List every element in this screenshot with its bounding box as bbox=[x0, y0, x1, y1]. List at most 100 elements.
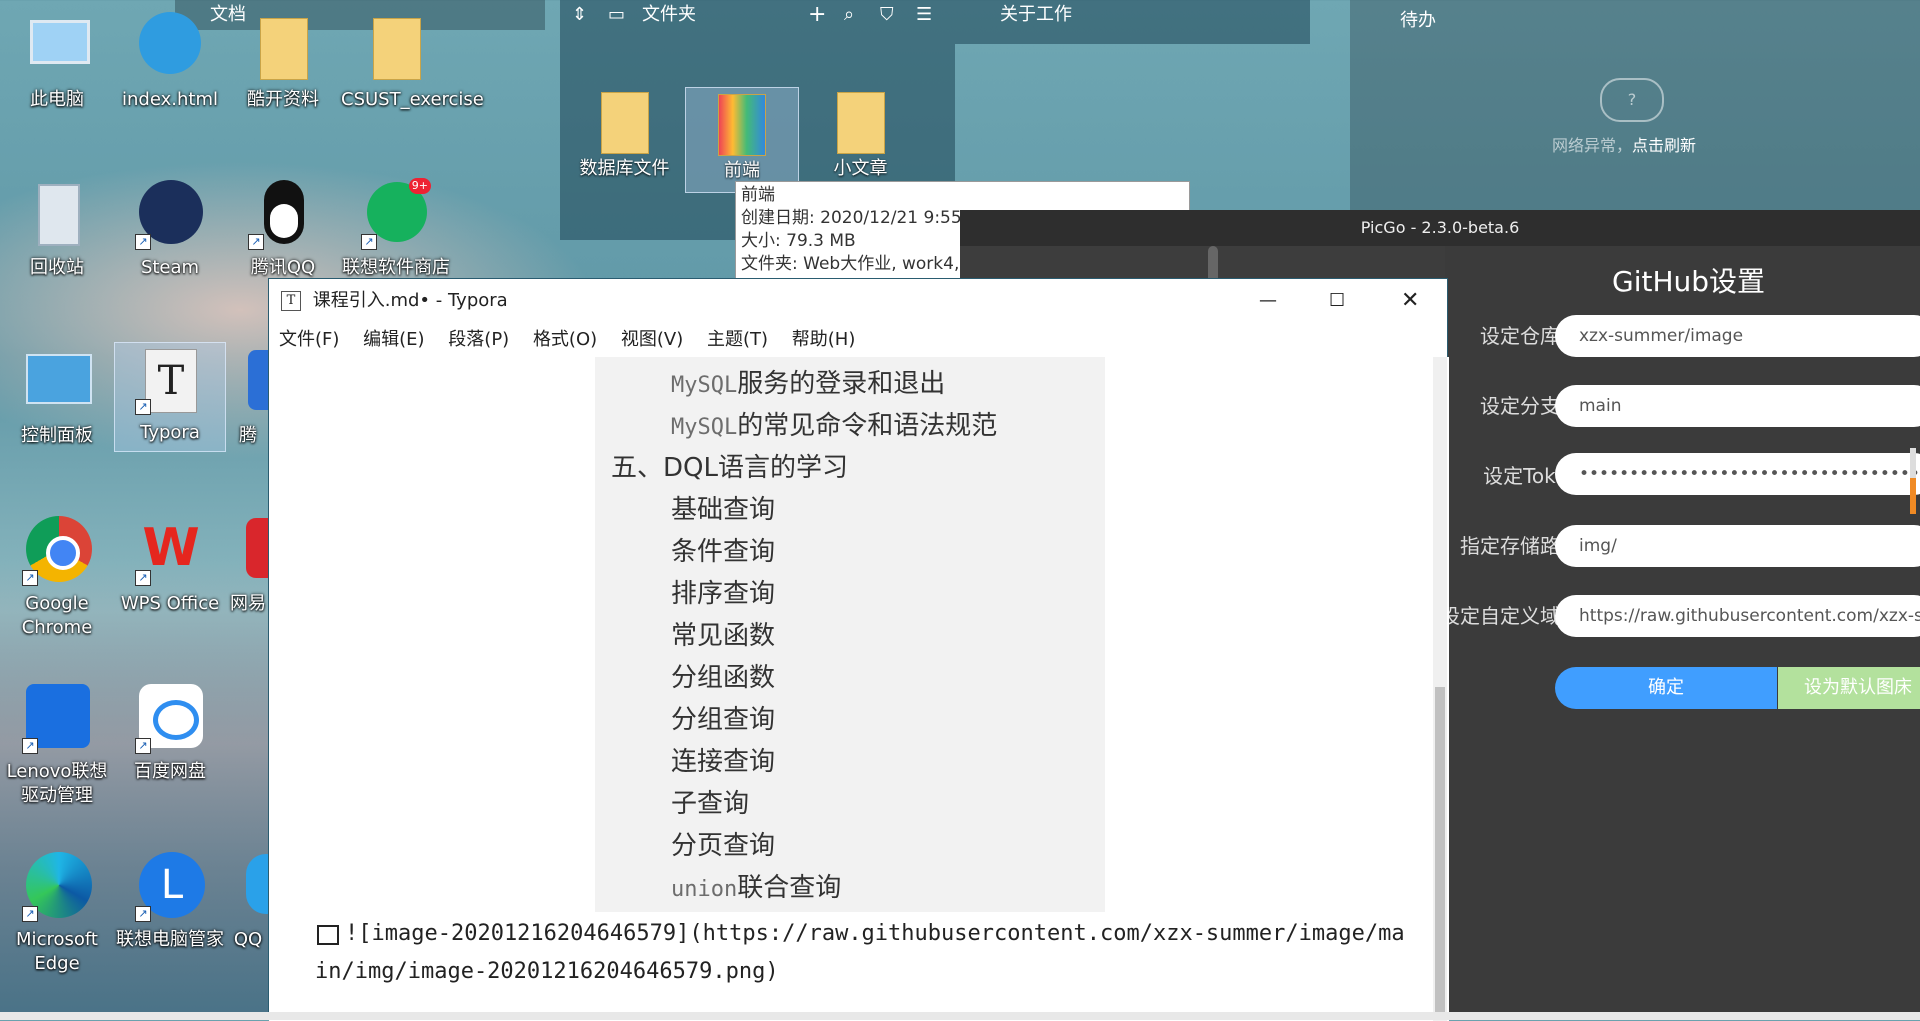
shortcut-arrow-icon: ↗ bbox=[22, 738, 38, 754]
desktop-icon-steam[interactable]: ↗ Steam bbox=[115, 178, 225, 280]
scrollbar-thumb[interactable] bbox=[1435, 687, 1445, 1017]
toc-item[interactable]: MySQL的常见命令和语法规范 bbox=[671, 405, 997, 442]
shortcut-arrow-icon: ↗ bbox=[135, 906, 151, 922]
close-icon[interactable]: ✕ bbox=[1401, 279, 1419, 323]
wps-icon: W ↗ bbox=[133, 514, 207, 588]
todo-fence-title[interactable]: 待办 bbox=[1400, 6, 1436, 32]
branch-input[interactable]: main bbox=[1555, 385, 1920, 427]
icon-label: Lenovo联想驱动管理 bbox=[6, 761, 108, 806]
tooltip-name: 前端 bbox=[741, 185, 775, 205]
desktop-icon-lenovo-manager[interactable]: L ↗ 联想电脑管家 bbox=[115, 850, 225, 952]
shirt-icon[interactable]: ⛉ bbox=[880, 0, 894, 30]
markdown-image-line-cont[interactable]: in/img/image-20201216204646579.png) bbox=[315, 959, 779, 984]
desktop-icon-recycle-bin[interactable]: 回收站 bbox=[2, 178, 112, 280]
shortcut-arrow-icon: ↗ bbox=[22, 570, 38, 586]
typora-editor[interactable]: MySQL服务的登录和退出 MySQL的常见命令和语法规范 五、DQL语言的学习… bbox=[269, 357, 1449, 1021]
toc-item[interactable]: 分组查询 bbox=[671, 699, 775, 736]
search-icon[interactable]: ⌕ bbox=[844, 0, 854, 30]
shopping-bag-icon: 9+ ↗ bbox=[359, 178, 433, 252]
toc-item[interactable]: 常见函数 bbox=[671, 615, 775, 652]
icon-label: 回收站 bbox=[30, 257, 84, 278]
toc-item[interactable]: 连接查询 bbox=[671, 741, 775, 778]
toc-item[interactable]: 分组函数 bbox=[671, 657, 775, 694]
menu-edit[interactable]: 编辑(E) bbox=[363, 329, 424, 350]
domain-input[interactable]: https://raw.githubusercontent.com/xzx-su… bbox=[1555, 595, 1920, 637]
toc-item[interactable]: 基础查询 bbox=[671, 489, 775, 526]
menu-theme[interactable]: 主题(T) bbox=[707, 329, 768, 350]
shortcut-arrow-icon: ↗ bbox=[248, 234, 264, 250]
shortcut-arrow-icon: ↗ bbox=[135, 738, 151, 754]
icon-label: 联想电脑管家 bbox=[116, 929, 224, 950]
markdown-image-line[interactable]: ![image-20201216204646579](https://raw.g… bbox=[345, 921, 1405, 946]
toc-item[interactable]: union联合查询 bbox=[671, 867, 841, 904]
desktop-icon-edge[interactable]: ↗ Microsoft Edge bbox=[2, 850, 112, 976]
folder-label: 数据库文件 bbox=[579, 158, 670, 179]
folder-database[interactable]: 数据库文件 bbox=[572, 92, 677, 180]
picgo-window-title: PicGo - 2.3.0-beta.6 bbox=[1360, 218, 1520, 237]
desktop-icon-index-html[interactable]: index.html bbox=[115, 10, 225, 112]
table-of-contents: MySQL服务的登录和退出 MySQL的常见命令和语法规范 五、DQL语言的学习… bbox=[595, 357, 1105, 912]
toc-item[interactable]: 分页查询 bbox=[671, 825, 775, 862]
icon-label: 腾 bbox=[239, 425, 257, 446]
token-input[interactable]: •••••••••••••••••••••••••••••••••••••••• bbox=[1555, 453, 1920, 495]
typora-window: T 课程引入.md• - Typora — ☐ ✕ 文件(F) 编辑(E) 段落… bbox=[268, 278, 1449, 1021]
menu-view[interactable]: 视图(V) bbox=[621, 329, 683, 350]
edge-file-icon bbox=[133, 10, 207, 84]
add-icon[interactable]: + bbox=[808, 0, 826, 30]
maximize-icon[interactable]: ☐ bbox=[1329, 279, 1345, 323]
folder-label: 前端 bbox=[724, 160, 760, 181]
folder-articles[interactable]: 小文章 bbox=[808, 92, 913, 180]
collapse-icon[interactable]: ⇕ bbox=[572, 0, 587, 30]
menu-icon[interactable]: ☰ bbox=[916, 0, 932, 30]
set-default-button[interactable]: 设为默认图床 bbox=[1778, 667, 1920, 709]
refresh-link[interactable]: 点击刷新 bbox=[1632, 136, 1696, 155]
icon-label: 此电脑 bbox=[30, 89, 84, 110]
folder-fence-title[interactable]: 文件夹 bbox=[642, 0, 696, 30]
confirm-button[interactable]: 确定 bbox=[1555, 667, 1777, 709]
desktop-icon-kukai[interactable]: 酷开资料 bbox=[228, 10, 338, 112]
minimize-icon[interactable]: — bbox=[1259, 279, 1277, 323]
typora-titlebar[interactable]: T 课程引入.md• - Typora — ☐ ✕ bbox=[269, 279, 1447, 323]
desktop-icon-lenovo-driver[interactable]: ↗ Lenovo联想驱动管理 bbox=[2, 682, 112, 808]
folder-frontend[interactable]: 前端 bbox=[685, 87, 799, 193]
menu-help[interactable]: 帮助(H) bbox=[792, 329, 856, 350]
desktop-icon-control-panel[interactable]: 控制面板 bbox=[2, 346, 112, 448]
menu-file[interactable]: 文件(F) bbox=[279, 329, 339, 350]
shortcut-arrow-icon: ↗ bbox=[22, 906, 38, 922]
toc-item[interactable]: 子查询 bbox=[671, 783, 749, 820]
shortcut-arrow-icon: ↗ bbox=[361, 234, 377, 250]
menu-format[interactable]: 格式(O) bbox=[533, 329, 597, 350]
token-scrollbar-thumb[interactable] bbox=[1910, 478, 1916, 514]
work-fence-title[interactable]: 关于工作 bbox=[1000, 0, 1072, 30]
picgo-heading: GitHub设置 bbox=[1612, 265, 1766, 298]
toc-item[interactable]: 排序查询 bbox=[671, 573, 775, 610]
desktop-icon-typora[interactable]: T ↗ Typora bbox=[114, 342, 226, 452]
icon-label: CSUST_exercise bbox=[341, 89, 484, 110]
notification-badge: 9+ bbox=[408, 178, 431, 194]
picgo-titlebar[interactable]: PicGo - 2.3.0-beta.6 bbox=[960, 210, 1920, 246]
path-input[interactable]: img/ bbox=[1555, 525, 1920, 567]
icon-label: WPS Office bbox=[120, 593, 220, 614]
desktop-icon-wps[interactable]: W ↗ WPS Office bbox=[115, 514, 225, 616]
toc-item[interactable]: 五、DQL语言的学习 bbox=[611, 447, 848, 484]
repo-input[interactable]: xzx-summer/image bbox=[1555, 315, 1920, 357]
menu-paragraph[interactable]: 段落(P) bbox=[448, 329, 509, 350]
desktop-icon-this-pc[interactable]: 此电脑 bbox=[2, 10, 112, 112]
icon-label: Google Chrome bbox=[21, 593, 93, 638]
icon-label: 酷开资料 bbox=[247, 89, 319, 110]
typora-scrollbar[interactable] bbox=[1433, 357, 1447, 1021]
desktop-icon-chrome[interactable]: ↗ Google Chrome bbox=[2, 514, 112, 640]
desktop-icon-netease[interactable]: 网易 bbox=[228, 514, 268, 616]
toc-item[interactable]: 条件查询 bbox=[671, 531, 775, 568]
edge-icon: ↗ bbox=[20, 850, 94, 924]
desktop-icon-lenovo-store[interactable]: 9+ ↗ 联想软件商店 bbox=[341, 178, 451, 280]
desktop-icon-qq[interactable]: ↗ 腾讯QQ bbox=[228, 178, 338, 280]
folder-icon bbox=[246, 10, 320, 84]
toc-item[interactable]: MySQL服务的登录和退出 bbox=[671, 363, 945, 400]
control-panel-icon bbox=[20, 346, 94, 420]
desktop-icon-qq-2[interactable]: QQ bbox=[228, 850, 268, 952]
desktop-icon-baidu-pan[interactable]: ↗ 百度网盘 bbox=[115, 682, 225, 784]
desktop-icon-csust[interactable]: CSUST_exercise bbox=[341, 10, 484, 112]
shortcut-arrow-icon: ↗ bbox=[135, 570, 151, 586]
desktop-icon-tencent[interactable]: 腾 bbox=[228, 346, 268, 448]
